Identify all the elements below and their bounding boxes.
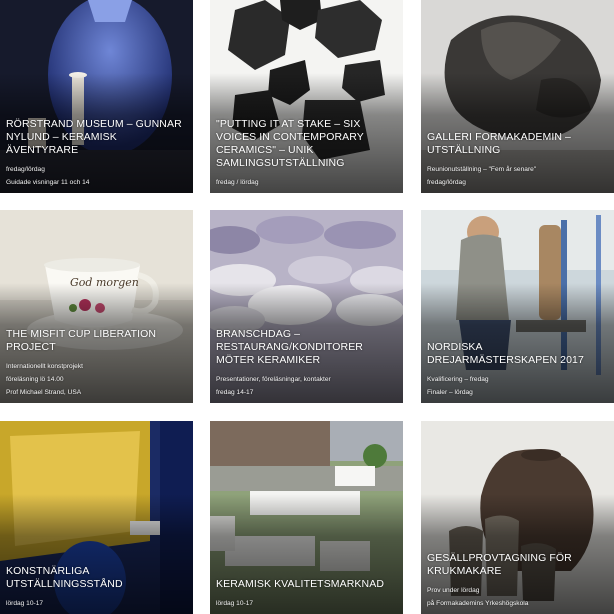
tile-title: GALLERI FORMAKADEMIN – UTSTÄLLNING — [427, 131, 571, 156]
tile-caption: "PUTTING IT AT STAKE – SIX VOICES IN CON… — [216, 118, 397, 187]
tile-title: KONSTNÄRLIGA UTSTÄLLNINGSSTÅND — [6, 565, 123, 590]
event-tile-misfit-cup[interactable]: God morgen THE MISFIT CUP LIBERATION PRO… — [0, 210, 193, 403]
tile-title: KERAMISK KVALITETSMARKNAD — [216, 578, 385, 590]
event-tile-putting-it-at-stake[interactable]: "PUTTING IT AT STAKE – SIX VOICES IN CON… — [210, 0, 403, 193]
tile-detail: Kvalificering – fredag — [427, 376, 489, 383]
tile-caption: KONSTNÄRLIGA UTSTÄLLNINGSSTÅND lördag 10… — [6, 565, 187, 608]
event-tile-nordiska-drejarmasterskapen[interactable]: NORDISKA DREJARMÄSTERSKAPEN 2017 Kvalifi… — [421, 210, 614, 403]
tile-title: THE MISFIT CUP LIBERATION PROJECT — [6, 328, 157, 353]
event-tile-branschdag[interactable]: BRANSCHDAG – RESTAURANG/KONDITORER MÖTER… — [210, 210, 403, 403]
tile-title: RÖRSTRAND MUSEUM – GUNNAR NYLUND – KERAM… — [6, 118, 182, 156]
tile-detail: föreläsning lö 14.00 — [6, 376, 64, 383]
tile-detail: fredag/lördag — [6, 166, 45, 173]
tile-caption: RÖRSTRAND MUSEUM – GUNNAR NYLUND – KERAM… — [6, 118, 187, 187]
tile-detail: Guidade visningar 11 och 14 — [6, 179, 90, 186]
tile-title: NORDISKA DREJARMÄSTERSKAPEN 2017 — [427, 341, 584, 366]
event-tile-rorstrand[interactable]: RÖRSTRAND MUSEUM – GUNNAR NYLUND – KERAM… — [0, 0, 193, 193]
tile-caption: KERAMISK KVALITETSMARKNAD lördag 10-17 — [216, 578, 397, 608]
tile-detail: Presentationer, föreläsningar, kontakter — [216, 376, 331, 383]
tile-title: GESÄLLPROVTAGNING FÖR KRUKMAKARE — [427, 552, 572, 577]
tile-detail: fredag / lördag — [216, 179, 259, 186]
tile-caption: NORDISKA DREJARMÄSTERSKAPEN 2017 Kvalifi… — [427, 341, 608, 397]
tile-title: "PUTTING IT AT STAKE – SIX VOICES IN CON… — [216, 118, 364, 169]
event-tile-utstallningsstand[interactable]: KONSTNÄRLIGA UTSTÄLLNINGSSTÅND lördag 10… — [0, 421, 193, 614]
tile-detail: Finaler – lördag — [427, 389, 473, 396]
tile-detail: fredag 14-17 — [216, 389, 254, 396]
event-tile-kvalitetsmarknad[interactable]: KERAMISK KVALITETSMARKNAD lördag 10-17 — [210, 421, 403, 614]
tile-detail: fredag/lördag — [427, 179, 466, 186]
tile-detail: Prof Michael Strand, USA — [6, 389, 82, 396]
tile-detail: Reunionutställning – "Fem år senare" — [427, 166, 537, 173]
tile-caption: THE MISFIT CUP LIBERATION PROJECT Intern… — [6, 328, 187, 397]
event-grid: RÖRSTRAND MUSEUM – GUNNAR NYLUND – KERAM… — [0, 0, 614, 614]
tile-detail: Internationellt konstprojekt — [6, 363, 83, 370]
tile-title: BRANSCHDAG – RESTAURANG/KONDITORER MÖTER… — [216, 328, 363, 366]
tile-detail: lördag 10-17 — [6, 600, 44, 607]
tile-detail: lördag 10-17 — [216, 600, 254, 607]
tile-caption: BRANSCHDAG – RESTAURANG/KONDITORER MÖTER… — [216, 328, 397, 397]
tile-caption: GALLERI FORMAKADEMIN – UTSTÄLLNING Reuni… — [427, 131, 608, 187]
tile-caption: GESÄLLPROVTAGNING FÖR KRUKMAKARE Prov un… — [427, 552, 608, 608]
tile-detail: på Formakademins Yrkeshögskola — [427, 600, 529, 607]
event-tile-gesallprovtagning[interactable]: GESÄLLPROVTAGNING FÖR KRUKMAKARE Prov un… — [421, 421, 614, 614]
tile-detail: Prov under lördag — [427, 587, 480, 594]
event-tile-galleri-formakademin[interactable]: GALLERI FORMAKADEMIN – UTSTÄLLNING Reuni… — [421, 0, 614, 193]
